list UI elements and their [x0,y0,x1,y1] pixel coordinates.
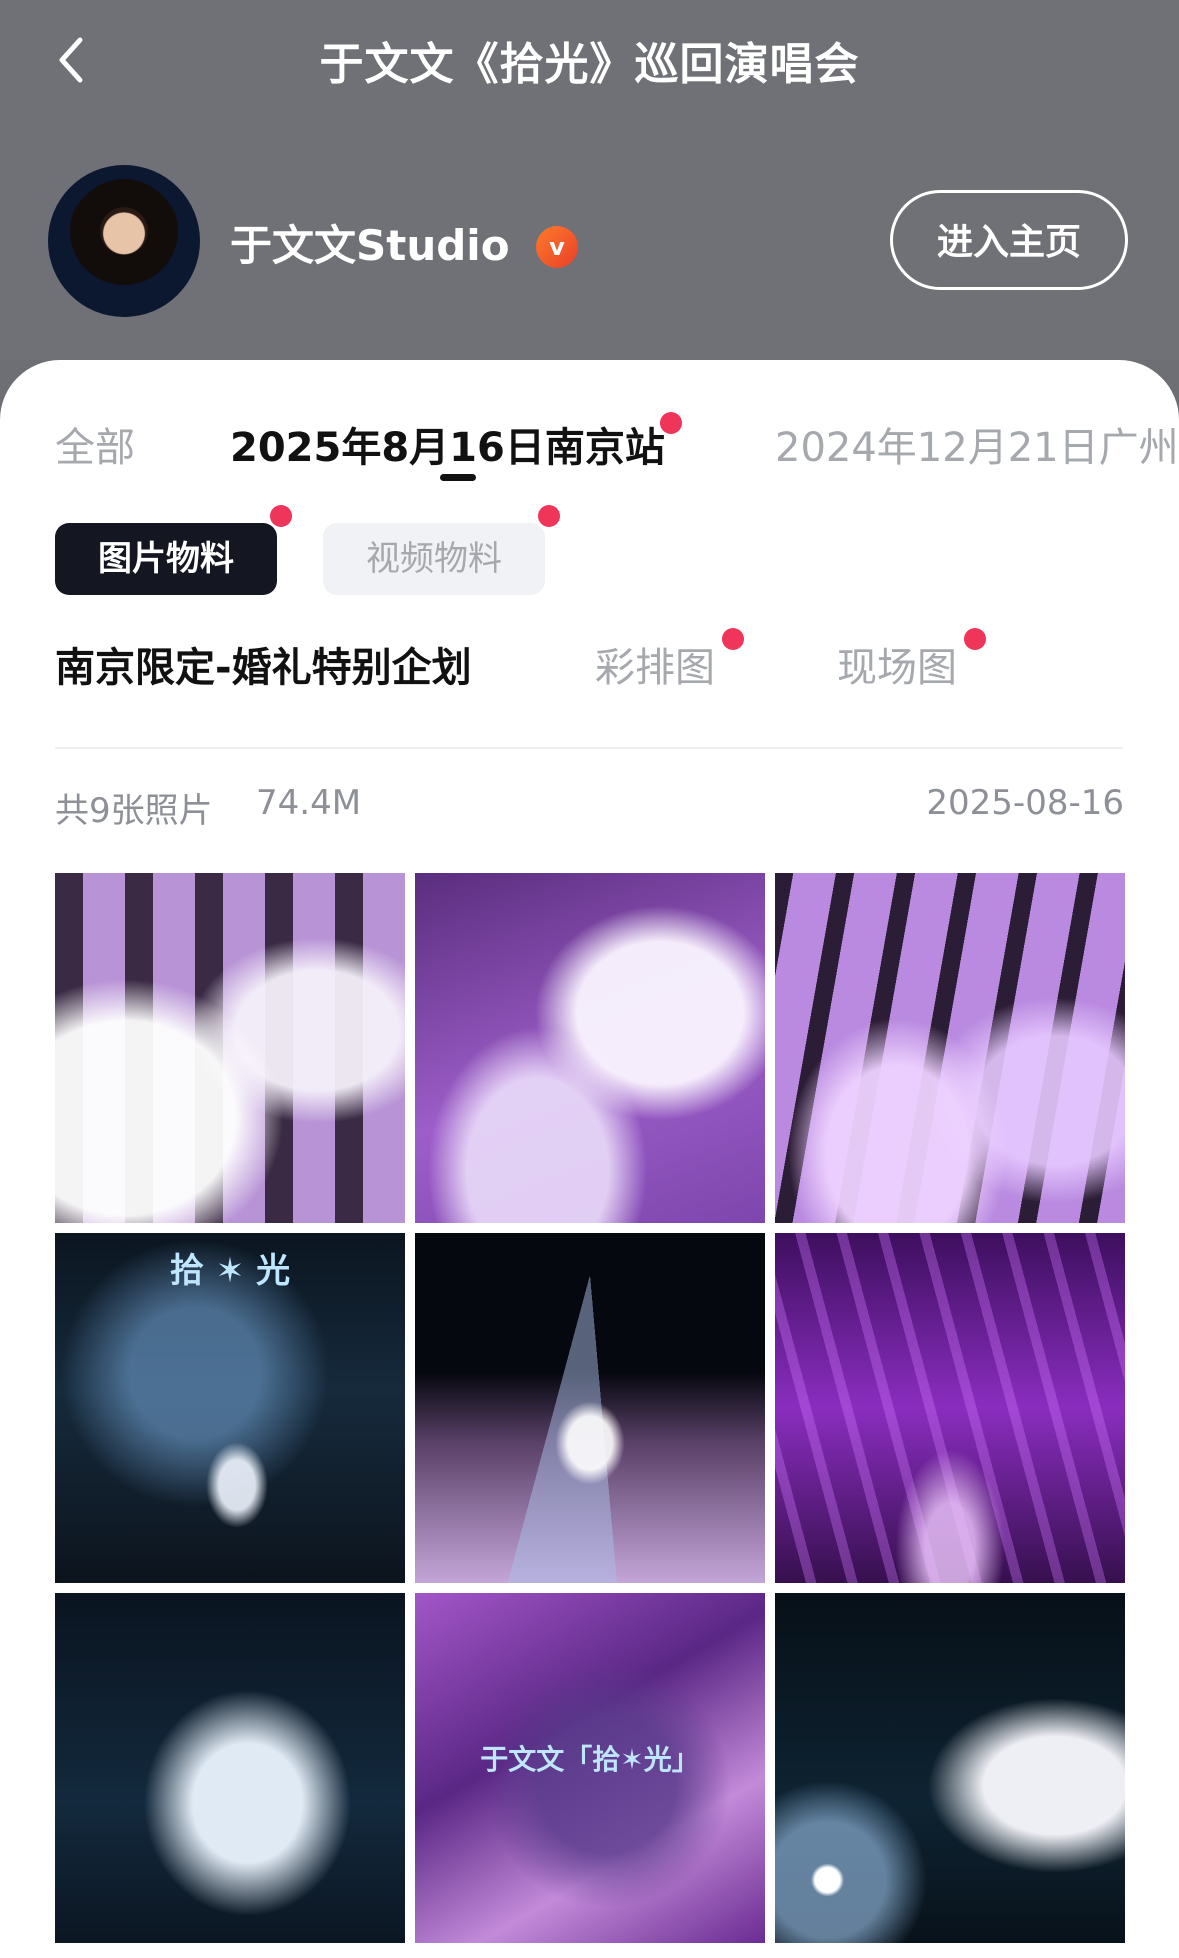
album-wedding-special[interactable]: 南京限定-婚礼特别企划 [55,635,472,693]
photo-1[interactable] [55,873,405,1223]
page-title: 于文文《拾光》巡回演唱会 [319,39,860,90]
verified-badge-icon: v [536,226,578,268]
tab-active-indicator [440,474,476,481]
photo-count: 共9张照片 [55,791,213,831]
image-material-chip[interactable]: 图片物料 [55,523,277,595]
photo-6[interactable] [775,1233,1125,1583]
album-live[interactable]: 现场图 [837,635,957,693]
album-date: 2025-08-16 [926,783,1124,823]
live-dot [964,628,986,650]
photo-4[interactable]: 拾 ✶ 光 [55,1233,405,1583]
tab-guangzhou[interactable]: 2024年12月21日广州站 [775,415,1179,473]
rehearsal-dot [722,628,744,650]
photo-8[interactable]: 于文文「拾✶光」 [415,1593,765,1943]
tab-all[interactable]: 全部 [55,415,135,473]
video-chip-dot [538,505,560,527]
photo-7[interactable] [55,1593,405,1943]
header-bar: 于文文《拾光》巡回演唱会 于文文Studio v 进入主页 [0,0,1179,360]
photo-2[interactable] [415,873,765,1223]
tab-nanjing[interactable]: 2025年8月16日南京站 [230,415,665,473]
album-rehearsal[interactable]: 彩排图 [595,635,715,693]
photo-3[interactable] [775,873,1125,1223]
avatar[interactable] [48,165,200,317]
profile-name[interactable]: 于文文Studio [230,212,510,273]
photo-4-stage-text: 拾 ✶ 光 [169,1251,291,1291]
image-chip-dot [270,505,292,527]
content-sheet: 全部 2025年8月16日南京站 2024年12月21日广州站 图片物料 视频物… [0,360,1179,1958]
photo-5[interactable] [415,1233,765,1583]
divider [55,747,1123,749]
tab-nanjing-dot [660,412,682,434]
photo-8-stage-text: 于文文「拾✶光」 [480,1743,700,1776]
enter-homepage-button[interactable]: 进入主页 [890,190,1128,290]
station-tabs: 全部 2025年8月16日南京站 2024年12月21日广州站 [0,360,1179,490]
video-material-chip[interactable]: 视频物料 [323,523,545,595]
photo-9[interactable] [775,1593,1125,1943]
album-size: 74.4M [256,783,362,823]
